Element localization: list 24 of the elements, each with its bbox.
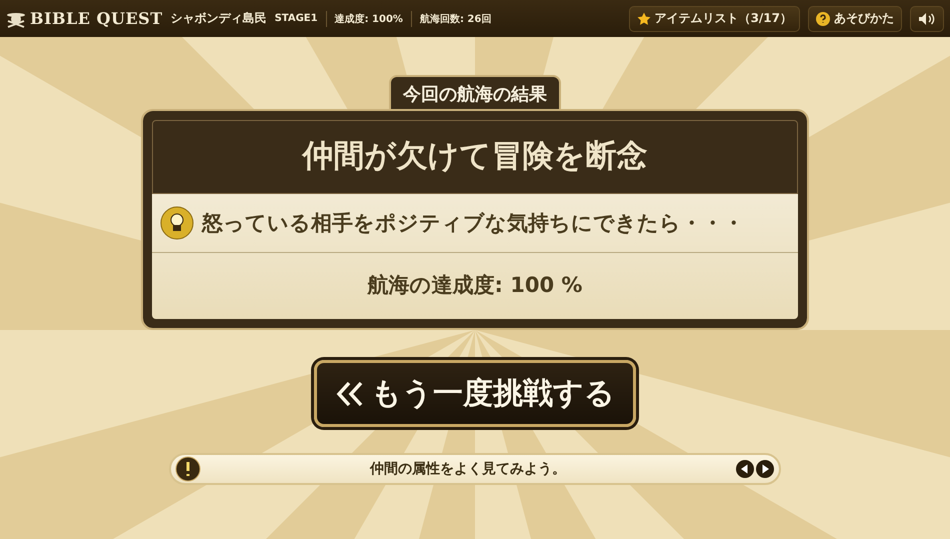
- hint-text: 怒っている相手をポジティブな気持ちにできたら・・・: [202, 210, 744, 237]
- previous-icon: [736, 460, 754, 478]
- achievement-text: 航海の達成度: 100 %: [366, 272, 584, 299]
- next-button[interactable]: [755, 460, 775, 478]
- progress-label: 達成度: 100%: [334, 12, 403, 26]
- tip-text: 仲間の属性をよく見てみよう。: [368, 460, 567, 478]
- voyage-count-label: 航海回数: 26回: [420, 12, 492, 26]
- previous-button[interactable]: [735, 460, 755, 478]
- next-icon: [756, 460, 774, 478]
- help-button[interactable]: あそびかた: [808, 6, 902, 32]
- result-heading: 仲間が欠けて冒険を断念: [152, 120, 798, 194]
- exclamation-icon: [175, 456, 201, 482]
- star-icon: [636, 12, 651, 26]
- result-title: 今回の航海の結果: [389, 75, 561, 111]
- question-icon: [816, 12, 830, 26]
- sound-button[interactable]: [910, 6, 944, 32]
- stage-label: STAGE1: [274, 13, 318, 24]
- lightbulb-icon: [160, 206, 194, 240]
- retry-button[interactable]: もう一度挑戦する: [314, 360, 636, 427]
- location-label: シャボンディ島民: [170, 10, 267, 27]
- double-chevron-left-icon: [335, 380, 365, 406]
- item-list-button[interactable]: アイテムリスト（3/17）: [628, 6, 800, 32]
- logo-text: BIBLE QUEST: [30, 9, 163, 28]
- speaker-icon: [918, 12, 936, 26]
